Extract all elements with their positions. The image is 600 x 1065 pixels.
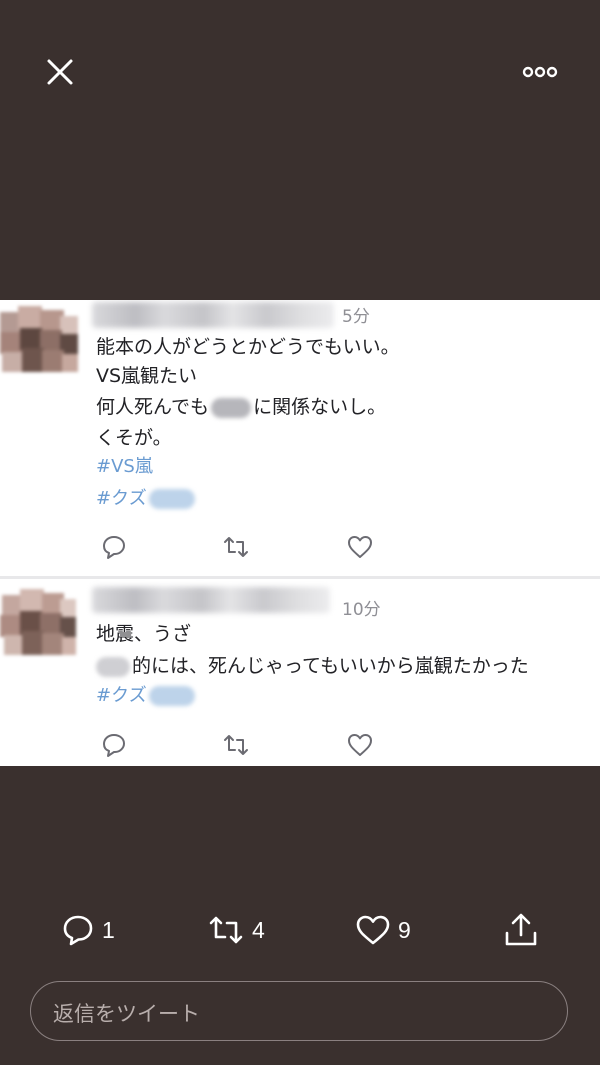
avatar xyxy=(0,302,78,378)
retweet-icon xyxy=(209,916,243,944)
blurred-text xyxy=(211,397,252,418)
retweet-icon xyxy=(224,735,248,755)
tweet-action-bar: 1 4 9 xyxy=(0,900,600,960)
tweet-like-action[interactable] xyxy=(346,533,374,561)
heart-icon xyxy=(348,734,372,756)
blurred-text xyxy=(148,489,195,509)
like-count: 9 xyxy=(398,916,411,943)
tweet-text-line: 的には、死んじゃってもいいから嵐観たかった xyxy=(96,653,529,679)
tweet-text-line: くそが。 xyxy=(96,427,172,449)
more-horizontal-icon xyxy=(522,66,558,78)
more-options-button[interactable] xyxy=(516,58,564,86)
hashtag-link[interactable]: #クズ xyxy=(96,486,195,512)
blurred-username xyxy=(92,302,334,328)
embedded-tweet: 10分 地震、うざ 的には、死んじゃってもいいから嵐観たかった #クズ xyxy=(0,579,600,766)
share-icon xyxy=(505,913,537,946)
reply-tweet-input[interactable]: 返信をツイート xyxy=(30,981,568,1041)
tweet-text-line: 地震、うざ xyxy=(96,623,192,645)
retweet-icon xyxy=(224,537,248,557)
blurred-text xyxy=(148,686,195,706)
avatar xyxy=(0,587,78,663)
retweet-button[interactable]: 4 xyxy=(206,910,265,950)
reply-icon xyxy=(103,536,125,559)
hashtag-link[interactable]: #クズ xyxy=(96,683,195,709)
embedded-tweet: 5分 能本の人がどうとかどうでもいい。 VS嵐観たい 何人死んでも に関係ないし。… xyxy=(0,300,600,576)
tweet-text-line: 何人死んでも に関係ないし。 xyxy=(96,396,387,418)
retweet-count: 4 xyxy=(252,916,265,943)
blurred-username xyxy=(92,587,330,613)
tweet-text-line: 能本の人がどうとかどうでもいい。 xyxy=(96,336,400,358)
reply-button[interactable]: 1 xyxy=(60,910,115,950)
tweet-image[interactable]: 5分 能本の人がどうとかどうでもいい。 VS嵐観たい 何人死んでも に関係ないし。… xyxy=(0,300,600,766)
reply-icon xyxy=(103,734,125,757)
reply-icon xyxy=(63,915,93,946)
heart-icon xyxy=(356,915,390,945)
tweet-time: 10分 xyxy=(342,600,381,620)
reply-count: 1 xyxy=(102,916,115,943)
tweet-reply-action[interactable] xyxy=(100,731,128,759)
close-icon xyxy=(47,59,73,85)
tweet-text-line: VS嵐観たい xyxy=(96,365,198,387)
tweet-media-viewer: 5分 能本の人がどうとかどうでもいい。 VS嵐観たい 何人死んでも に関係ないし。… xyxy=(0,0,600,1065)
tweet-like-action[interactable] xyxy=(346,731,374,759)
blurred-text xyxy=(96,656,130,677)
heart-icon xyxy=(348,536,372,558)
tweet-time: 5分 xyxy=(342,307,370,327)
tweet-reply-action[interactable] xyxy=(100,533,128,561)
reply-placeholder: 返信をツイート xyxy=(53,1002,200,1026)
hashtag-link[interactable]: #VS嵐 xyxy=(96,454,153,480)
like-button[interactable]: 9 xyxy=(354,910,411,950)
close-button[interactable] xyxy=(40,52,80,92)
share-button[interactable] xyxy=(502,910,540,950)
tweet-retweet-action[interactable] xyxy=(222,731,250,759)
tweet-retweet-action[interactable] xyxy=(222,533,250,561)
